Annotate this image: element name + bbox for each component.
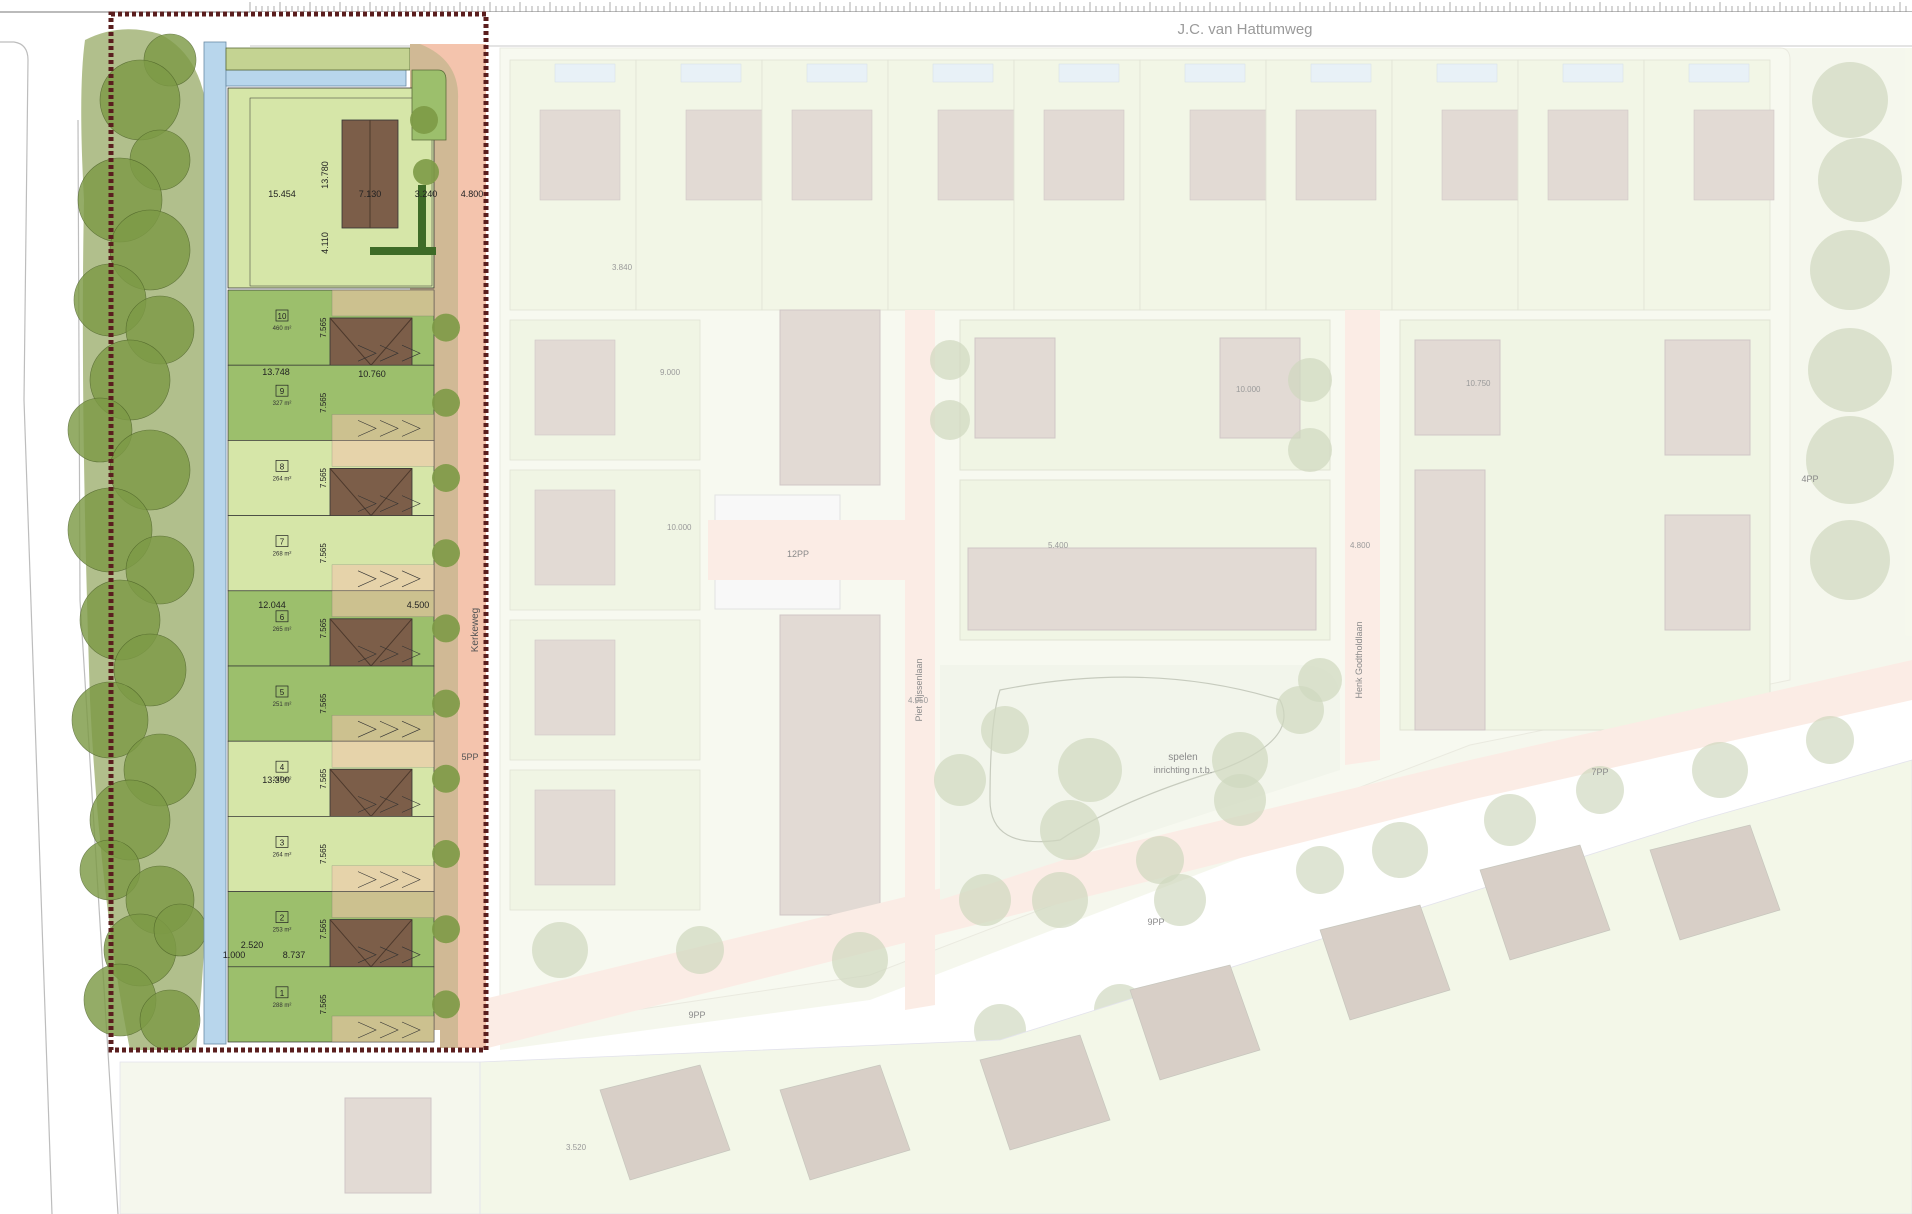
plot-area: 264 m² bbox=[273, 476, 292, 482]
plot-area: 264 m² bbox=[273, 852, 292, 858]
plot-number: 1 bbox=[280, 989, 285, 998]
play-area-line2: inrichting n.t.b. bbox=[1154, 765, 1213, 775]
water-strip bbox=[203, 41, 227, 1045]
parking-label-9pp-b: 9PP bbox=[688, 1010, 705, 1020]
plot-depth: 7.565 bbox=[319, 317, 328, 338]
plot-number: 9 bbox=[280, 387, 285, 396]
dim-d13: 2.520 bbox=[241, 940, 264, 950]
ctx-dim-d21: 3.840 bbox=[612, 263, 633, 272]
project-area: 10460 m² 7.5659327 m² 7.5658264 m² 7.565726… bbox=[67, 11, 489, 1053]
plot-area: 251 m² bbox=[273, 702, 292, 708]
plot-number: 7 bbox=[280, 538, 285, 547]
dim-d6: 13.748 bbox=[262, 367, 290, 377]
dim-d12: 8.737 bbox=[283, 950, 306, 960]
parking-label-4pp: 4PP bbox=[1801, 474, 1818, 484]
ctx-dim-d18: 5.400 bbox=[1048, 541, 1069, 550]
plot-depth: 7.565 bbox=[319, 994, 328, 1015]
dim-d14: 1.000 bbox=[223, 950, 246, 960]
dim-d8: 4.800 bbox=[461, 189, 484, 199]
plot-area: 288 m² bbox=[273, 1003, 292, 1009]
plot-area: 253 m² bbox=[273, 928, 292, 934]
parking-label-12pp: 12PP bbox=[787, 549, 809, 559]
plot-depth: 7.565 bbox=[319, 693, 328, 714]
plot-depth: 7.565 bbox=[319, 843, 328, 864]
parking-label-9pp-a: 9PP bbox=[1147, 917, 1164, 927]
dim-d11: 13.390 bbox=[262, 775, 290, 785]
plot-number: 2 bbox=[280, 914, 285, 923]
tree-1 bbox=[99, 59, 181, 141]
dim-d10: 4.500 bbox=[407, 600, 430, 610]
plot-area: 327 m² bbox=[273, 401, 292, 407]
tree-20 bbox=[153, 903, 207, 957]
plot-number: 6 bbox=[280, 613, 285, 622]
dim-d4: 13.780 bbox=[320, 161, 330, 189]
plot-number: 3 bbox=[280, 838, 285, 847]
parking-label-7pp: 7PP bbox=[1591, 767, 1608, 777]
street-label-west: Kerkeweg bbox=[470, 608, 481, 652]
plot-area: 460 m² bbox=[273, 326, 292, 332]
plot-depth: 7.565 bbox=[319, 543, 328, 564]
plot-number: 4 bbox=[280, 763, 285, 772]
plot-3: 3 264 m² 7.565 bbox=[227, 816, 460, 892]
dim-d3: 3.240 bbox=[415, 189, 438, 199]
dim-d1: 15.454 bbox=[268, 189, 296, 199]
plot-depth: 7.565 bbox=[319, 768, 328, 789]
ctx-dim-d16: 10.000 bbox=[667, 523, 692, 532]
plot-number: 10 bbox=[278, 312, 287, 321]
top-road: J.C. van Hattumweg bbox=[250, 12, 1912, 47]
plot-depth: 7.565 bbox=[319, 919, 328, 940]
plot-depth: 7.565 bbox=[319, 618, 328, 639]
site-plan-map: J.C. van Hattumweg Piet Tijssenlaan Henk… bbox=[0, 0, 1912, 1214]
plot-5: 5 251 m² 7.565 bbox=[227, 665, 460, 742]
plot-depth: 7.565 bbox=[319, 467, 328, 488]
street-label-henk: Henk Godtholdlaan bbox=[1354, 621, 1364, 698]
street-label-piet: Piet Tijssenlaan bbox=[914, 658, 924, 721]
plot-number: 8 bbox=[280, 462, 285, 471]
tree-22 bbox=[139, 989, 201, 1051]
dim-d2: 7.130 bbox=[359, 189, 382, 199]
ctx-dim-d19: 4.950 bbox=[908, 696, 929, 705]
ctx-dim-d15: 3.520 bbox=[566, 1143, 587, 1152]
top-ruler bbox=[0, 0, 1912, 13]
dim-d9: 12.044 bbox=[258, 600, 286, 610]
ctx-dim-d22: 10.750 bbox=[1466, 379, 1491, 388]
plot-area: 265 m² bbox=[273, 627, 292, 633]
plot-depth: 7.565 bbox=[319, 392, 328, 413]
plot-7: 7 268 m² 7.565 bbox=[227, 515, 460, 592]
ctx-dim-d17: 9.000 bbox=[660, 368, 681, 377]
plot-number: 5 bbox=[280, 688, 285, 697]
plot-area: 268 m² bbox=[273, 552, 292, 558]
dim-d5: 4.110 bbox=[320, 232, 330, 254]
ctx-dim-d20: 4.800 bbox=[1350, 541, 1371, 550]
parking-label-5pp: 5PP bbox=[461, 752, 478, 762]
road-label: J.C. van Hattumweg bbox=[1177, 21, 1312, 38]
dim-d7: 10.760 bbox=[358, 369, 386, 379]
play-area-line1: spelen bbox=[1168, 752, 1197, 763]
ctx-dim-d16b: 10.000 bbox=[1236, 385, 1261, 394]
plot-1: 1 288 m² 7.565 bbox=[227, 966, 460, 1043]
